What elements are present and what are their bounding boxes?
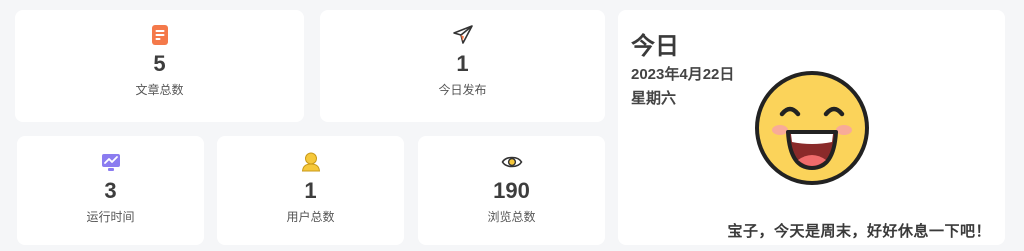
- article-count-label: 文章总数: [135, 83, 184, 97]
- paper-plane-icon: [451, 23, 475, 47]
- current-date: 2023年4月22日: [631, 66, 735, 83]
- document-icon: [148, 23, 172, 47]
- today-date-card: 今日 2023年4月22日 星期六 宝子，今天是周末，好好休息一下吧！: [618, 10, 1005, 245]
- runtime-label: 运行时间: [86, 210, 135, 224]
- view-count-card: 190 浏览总数: [418, 136, 605, 245]
- today-published-card: 1 今日发布: [320, 10, 605, 122]
- view-count-label: 浏览总数: [487, 210, 536, 224]
- user-icon: [299, 150, 323, 174]
- article-count-value: 5: [153, 51, 166, 76]
- date-card-title: 今日: [631, 33, 679, 60]
- eye-icon: [500, 150, 524, 174]
- current-weekday: 星期六: [631, 90, 677, 107]
- view-count-value: 190: [493, 178, 530, 203]
- today-published-value: 1: [456, 51, 469, 76]
- smiley-face-icon: [752, 68, 872, 188]
- user-count-card: 1 用户总数: [217, 136, 404, 245]
- user-count-value: 1: [304, 178, 317, 203]
- monitor-chart-icon: [99, 150, 123, 174]
- runtime-card: 3 运行时间: [17, 136, 204, 245]
- weekend-greeting: 宝子，今天是周末，好好休息一下吧！: [727, 223, 991, 240]
- today-published-label: 今日发布: [438, 83, 487, 97]
- article-count-card: 5 文章总数: [15, 10, 304, 122]
- runtime-value: 3: [104, 178, 117, 203]
- user-count-label: 用户总数: [286, 210, 335, 224]
